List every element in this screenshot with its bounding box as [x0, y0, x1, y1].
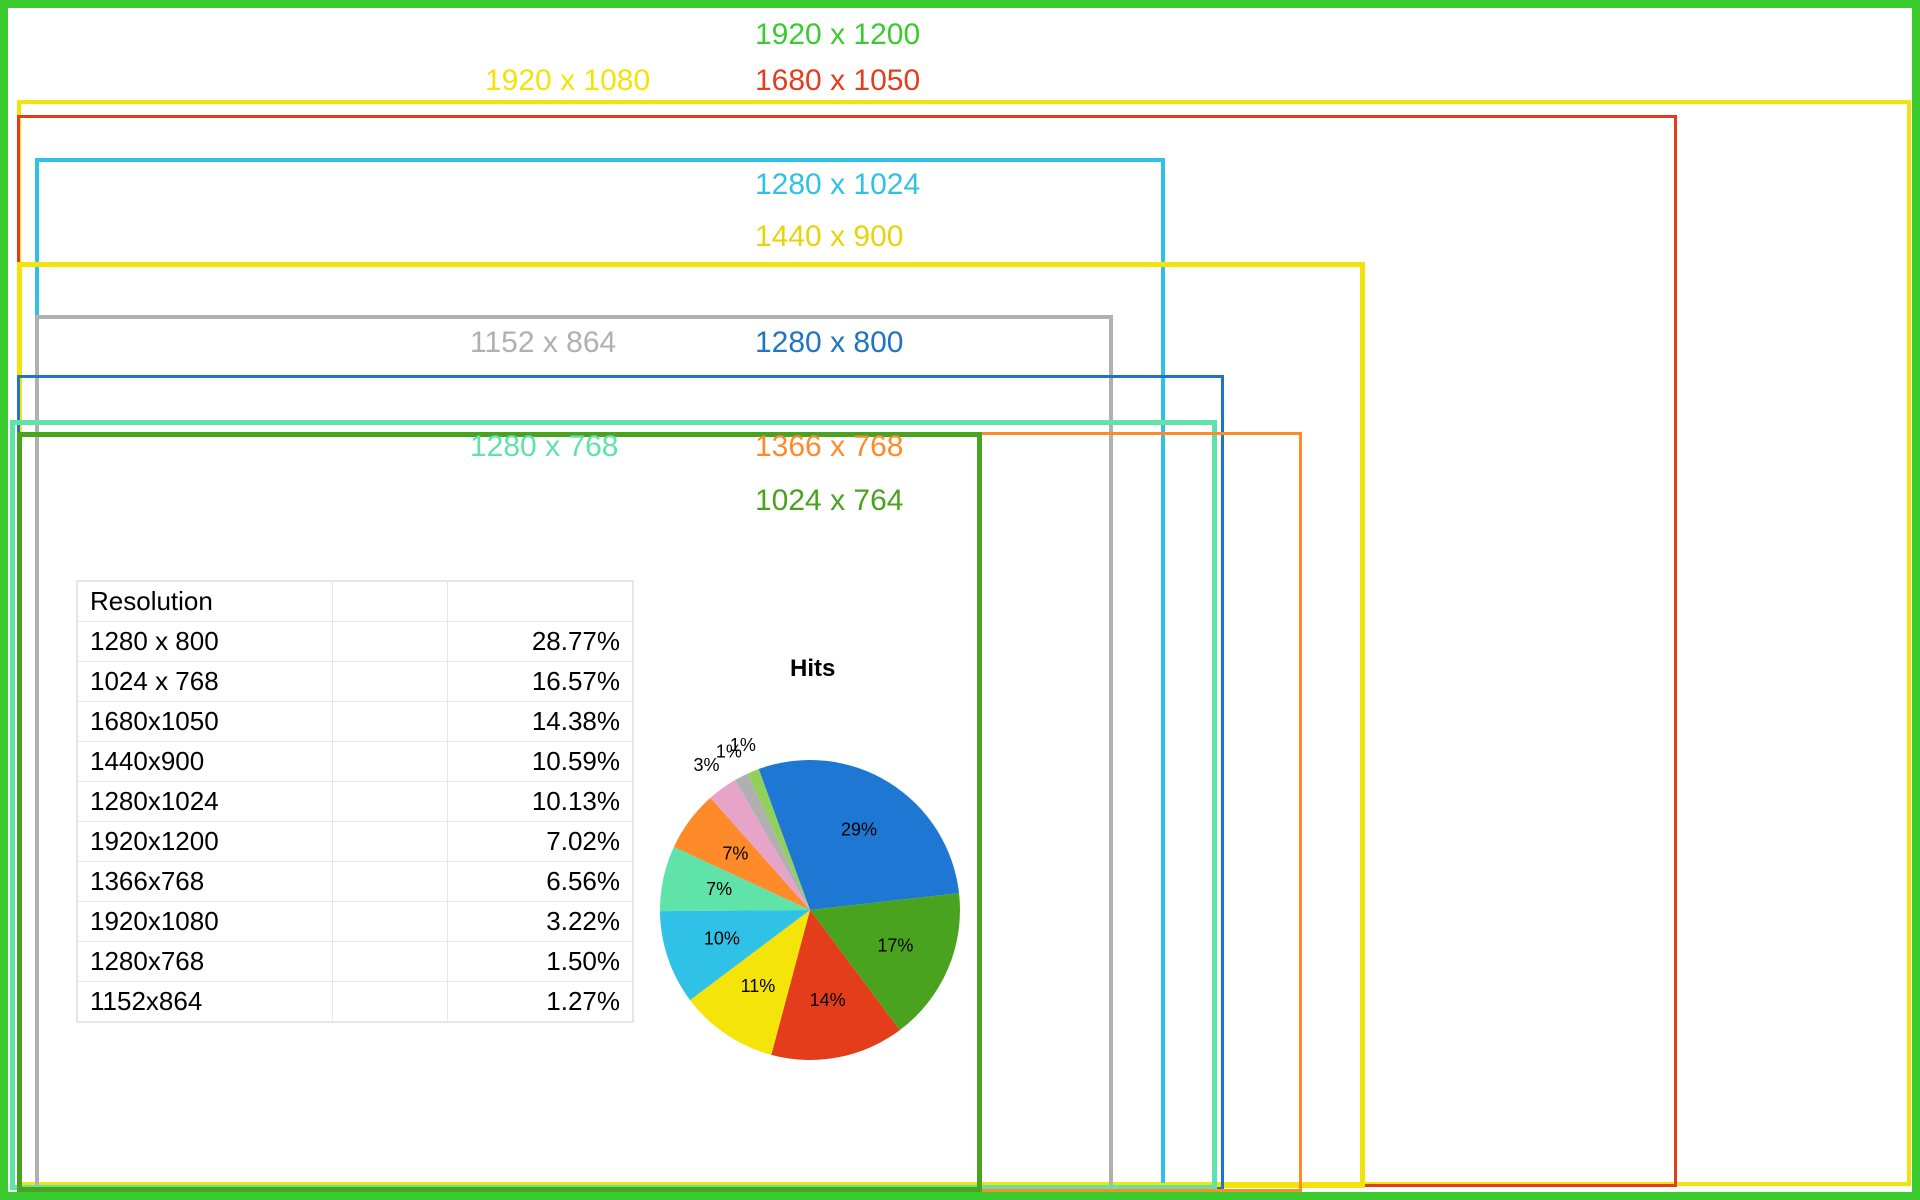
- resolution-label: 1280 x 1024: [755, 168, 920, 202]
- resolution-label: 1440 x 900: [755, 220, 903, 254]
- resolution-label: 1024 x 764: [755, 484, 903, 518]
- resolution-label: 1920 x 1080: [485, 64, 650, 98]
- resolution-label: 1280 x 800: [755, 326, 903, 360]
- resolution-label: 1920 x 1200: [755, 18, 920, 52]
- resolution-label: 1280 x 768: [470, 430, 618, 464]
- resolution-label: 1680 x 1050: [755, 64, 920, 98]
- resolution-label: 1152 x 864: [470, 326, 616, 360]
- resolution-box: [17, 432, 982, 1192]
- diagram-stage: { "boxes": [ { "label": "1920 x 1200", "…: [0, 0, 1920, 1200]
- resolution-label: 1366 x 768: [755, 430, 903, 464]
